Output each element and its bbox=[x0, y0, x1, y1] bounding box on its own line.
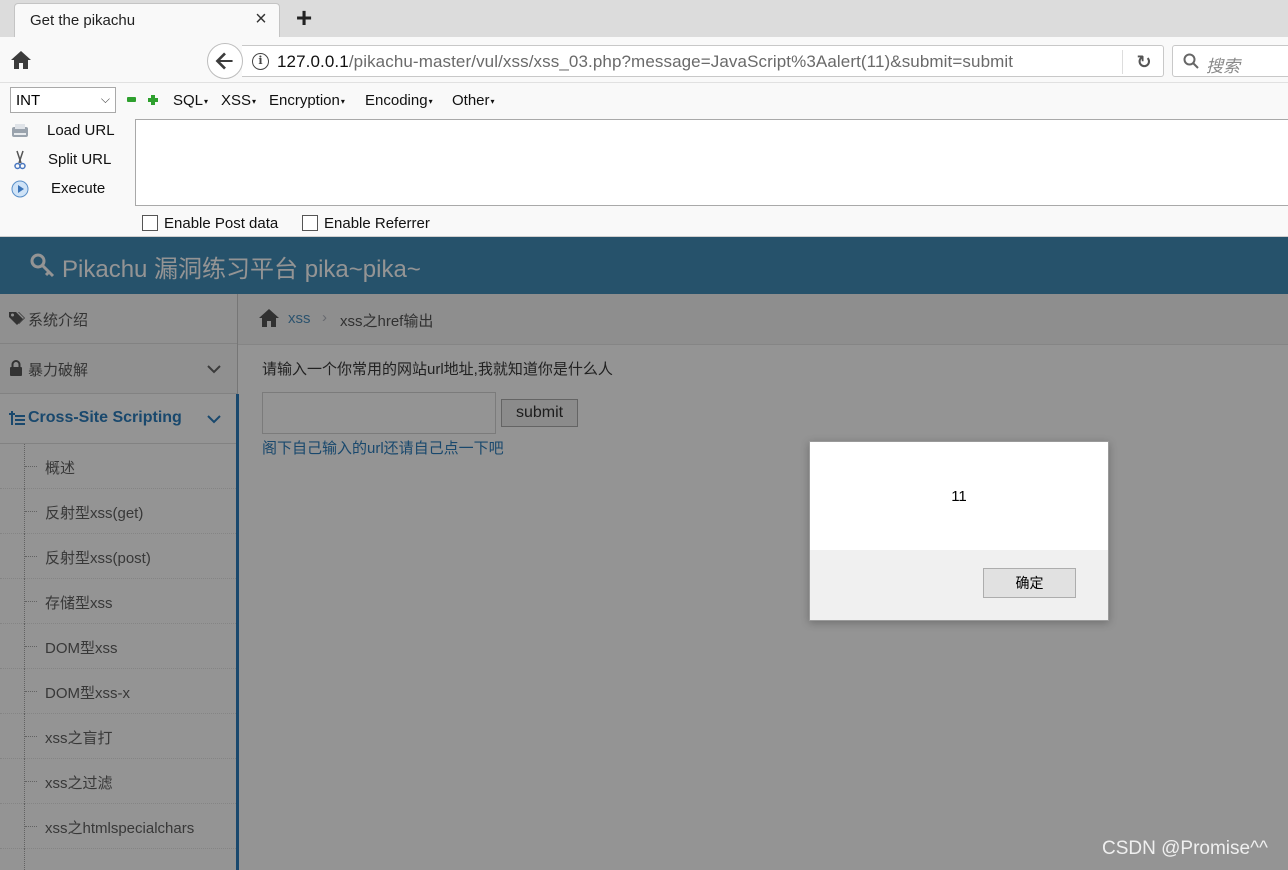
alert-dialog: 11 确定 bbox=[809, 441, 1109, 621]
hackbar-menu-encoding[interactable]: Encoding▾ bbox=[365, 92, 433, 109]
search-placeholder: 搜索 bbox=[1206, 57, 1240, 76]
scissors-icon bbox=[14, 150, 26, 170]
search-icon bbox=[1183, 53, 1199, 69]
hackbar-menu-encryption[interactable]: Encryption▾ bbox=[269, 92, 345, 109]
url-bar[interactable]: i 127.0.0.1/pikachu-master/vul/xss/xss_0… bbox=[242, 45, 1164, 77]
url-separator bbox=[1122, 50, 1123, 74]
load-url-icon bbox=[12, 124, 28, 137]
tab-close-icon[interactable]: × bbox=[251, 9, 271, 29]
split-url-button[interactable]: Split URL bbox=[8, 148, 126, 172]
alert-message: 11 bbox=[951, 488, 967, 505]
back-arrow-icon bbox=[215, 52, 233, 70]
browser-tab-bar: Get the pikachu × + bbox=[0, 0, 1288, 37]
play-icon bbox=[11, 180, 29, 198]
enable-referrer-checkbox[interactable]: Enable Referrer bbox=[302, 214, 452, 234]
enable-post-data-checkbox[interactable]: Enable Post data bbox=[142, 214, 292, 234]
watermark: CSDN @Promise^^ bbox=[1102, 838, 1268, 859]
increase-icon[interactable] bbox=[148, 95, 158, 105]
load-url-button[interactable]: Load URL bbox=[8, 119, 126, 143]
home-icon[interactable] bbox=[9, 49, 33, 71]
hackbar-menu-sql[interactable]: SQL▾ bbox=[173, 92, 208, 109]
hackbar-menu-xss[interactable]: XSS▾ bbox=[221, 92, 256, 109]
alert-body: 11 bbox=[810, 442, 1108, 550]
hackbar-toolbar: INT ⌵ SQL▾ XSS▾ Encryption▾ Encoding▾ Ot… bbox=[0, 83, 1288, 237]
browser-nav-bar: i 127.0.0.1/pikachu-master/vul/xss/xss_0… bbox=[0, 37, 1288, 83]
search-bar[interactable]: 搜索 bbox=[1172, 45, 1288, 77]
hackbar-menu-other[interactable]: Other▾ bbox=[452, 92, 495, 109]
back-button[interactable] bbox=[207, 43, 243, 79]
hackbar-type-select[interactable]: INT ⌵ bbox=[10, 87, 116, 113]
alert-ok-button[interactable]: 确定 bbox=[983, 568, 1076, 598]
url-text[interactable]: 127.0.0.1/pikachu-master/vul/xss/xss_03.… bbox=[277, 52, 1013, 72]
execute-button[interactable]: Execute bbox=[8, 177, 126, 201]
tab-title: Get the pikachu bbox=[30, 12, 136, 29]
reload-icon[interactable]: ↻ bbox=[1132, 50, 1156, 74]
new-tab-plus-icon[interactable]: + bbox=[291, 3, 317, 33]
chevron-down-icon: ⌵ bbox=[100, 92, 110, 106]
info-icon[interactable]: i bbox=[252, 53, 269, 70]
browser-tab[interactable]: Get the pikachu × bbox=[14, 3, 280, 37]
hackbar-url-textarea[interactable] bbox=[135, 119, 1288, 206]
decrease-icon[interactable] bbox=[127, 97, 136, 102]
